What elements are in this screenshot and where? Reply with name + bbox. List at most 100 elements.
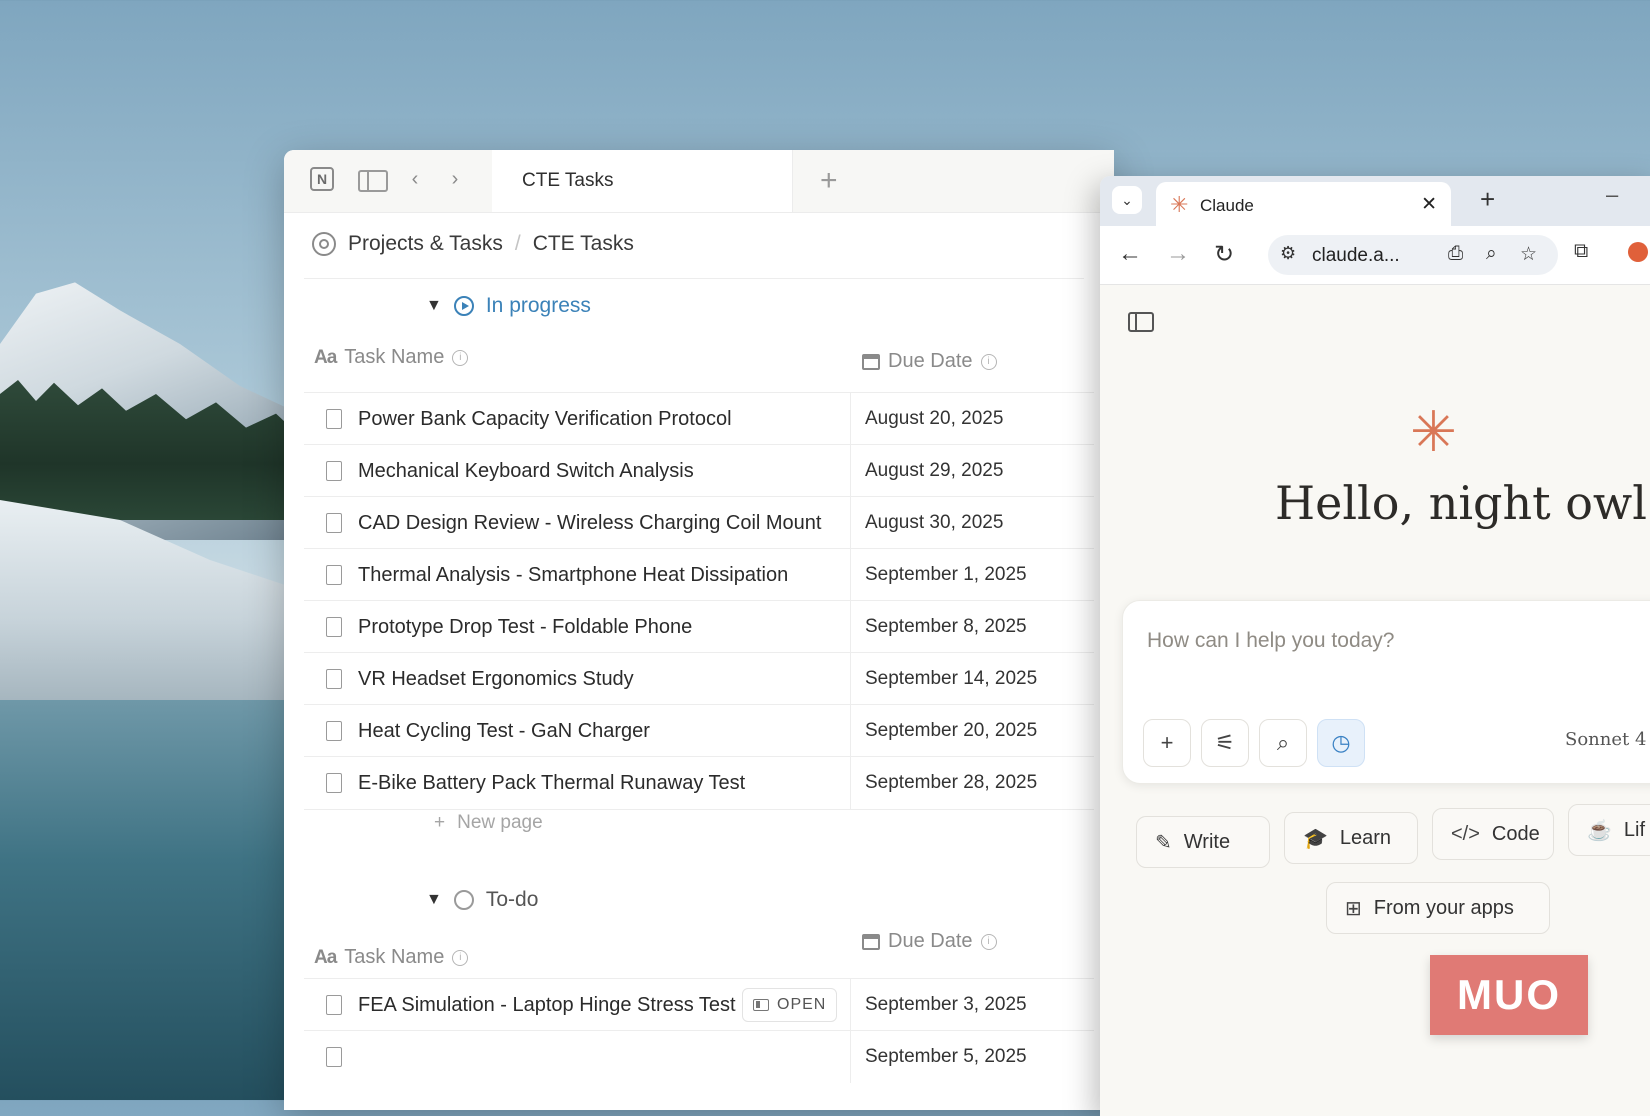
calendar-icon [862, 933, 880, 950]
in-progress-status-icon [453, 296, 474, 316]
collapse-triangle-icon[interactable]: ▼ [426, 297, 442, 315]
info-icon[interactable]: i [980, 933, 997, 950]
research-search-button[interactable]: ⌕ [1259, 719, 1307, 767]
new-page-button[interactable]: + New page [434, 812, 543, 834]
code-chip-button[interactable]: </> Code [1432, 808, 1554, 860]
table-row[interactable]: Heat Cycling Test - GaN Charger Septembe… [304, 704, 1094, 757]
task-name[interactable]: Prototype Drop Test - Foldable Phone [358, 616, 863, 639]
task-name[interactable]: E-Bike Battery Pack Thermal Runaway Test [358, 772, 863, 795]
task-due-date[interactable]: September 20, 2025 [850, 705, 1037, 757]
from-your-apps-chip-button[interactable]: ⊞ From your apps [1326, 882, 1550, 934]
graduation-cap-icon: 🎓 [1303, 827, 1328, 850]
table-row[interactable]: Power Bank Capacity Verification Protoco… [304, 392, 1094, 445]
table-row[interactable]: VR Headset Ergonomics Study September 14… [304, 652, 1094, 705]
sidebar-toggle-icon[interactable] [358, 170, 388, 192]
page-document-icon [326, 773, 342, 793]
back-arrow-icon[interactable]: ← [1118, 240, 1142, 268]
tools-sliders-button[interactable]: ⚟ [1201, 719, 1249, 767]
forward-arrow-icon[interactable]: → [1166, 240, 1190, 268]
breadcrumb-projects[interactable]: Projects & Tasks [348, 232, 503, 256]
table-row[interactable]: Thermal Analysis - Smartphone Heat Dissi… [304, 548, 1094, 601]
info-icon[interactable]: i [452, 949, 469, 966]
table-row[interactable]: September 5, 2025 [304, 1030, 1094, 1083]
task-due-date[interactable]: September 5, 2025 [850, 1031, 1027, 1083]
site-settings-icon[interactable]: ⚙ [1280, 243, 1296, 264]
greeting-heading: Hello, night owl [1275, 476, 1647, 530]
forward-arrow-icon[interactable]: › [442, 166, 468, 192]
code-brackets-icon: </> [1451, 822, 1480, 845]
task-name[interactable]: Power Bank Capacity Verification Protoco… [358, 408, 863, 431]
column-due-date[interactable]: Due Date i [862, 930, 997, 953]
extensions-puzzle-icon[interactable]: ⧉ [1574, 240, 1588, 263]
notion-logo-icon[interactable]: N [310, 167, 334, 191]
group-status-label: To-do [485, 888, 539, 911]
task-due-date[interactable]: August 20, 2025 [850, 393, 1003, 445]
table-row[interactable]: Prototype Drop Test - Foldable Phone Sep… [304, 600, 1094, 653]
minimize-icon[interactable]: – [1606, 182, 1618, 208]
column-label: Task Name [344, 946, 445, 968]
address-bar[interactable]: ⚙ claude.a... ⎙ ⌕ ☆ [1268, 235, 1558, 275]
page-document-icon [326, 1047, 342, 1067]
tab-claude[interactable]: ✳ Claude ✕ [1156, 182, 1451, 226]
column-due-date[interactable]: Due Date i [862, 350, 997, 373]
profile-avatar[interactable] [1628, 242, 1648, 262]
column-task-name[interactable]: Aa Task Name i [314, 946, 469, 969]
task-due-date[interactable]: August 30, 2025 [850, 497, 1003, 549]
side-peek-icon [753, 999, 769, 1011]
open-label: OPEN [777, 996, 827, 1013]
collapse-triangle-icon[interactable]: ▼ [426, 891, 442, 909]
task-due-date[interactable]: September 8, 2025 [850, 601, 1027, 653]
new-tab-plus-icon[interactable]: + [1480, 184, 1495, 215]
breadcrumb-separator: / [514, 232, 521, 255]
chip-label: Write [1183, 830, 1231, 853]
notion-window: N ‹ › CTE Tasks + Projects & Tasks / CTE… [284, 150, 1114, 1110]
breadcrumb-cte-tasks[interactable]: CTE Tasks [533, 232, 634, 256]
open-page-button[interactable]: OPEN [742, 988, 838, 1022]
add-attachment-button[interactable]: + [1143, 719, 1191, 767]
column-task-name[interactable]: Aa Task Name i [314, 346, 469, 369]
reload-icon[interactable]: ↻ [1214, 240, 1234, 269]
text-property-icon: Aa [314, 946, 337, 968]
model-selector[interactable]: Sonnet 4 [1565, 729, 1646, 750]
task-name[interactable]: Thermal Analysis - Smartphone Heat Dissi… [358, 564, 863, 587]
close-tab-icon[interactable]: ✕ [1421, 193, 1437, 216]
task-due-date[interactable]: September 14, 2025 [850, 653, 1037, 705]
prompt-input-box[interactable]: How can I help you today? + ⚟ ⌕ ◷ Sonnet… [1122, 600, 1650, 784]
history-clock-button[interactable]: ◷ [1317, 719, 1365, 767]
task-name[interactable]: Heat Cycling Test - GaN Charger [358, 720, 863, 743]
write-chip-button[interactable]: ✎ Write [1136, 816, 1270, 868]
task-name[interactable]: CAD Design Review - Wireless Charging Co… [358, 512, 863, 535]
learn-chip-button[interactable]: 🎓 Learn [1284, 812, 1418, 864]
projects-target-icon [312, 232, 336, 256]
new-tab-plus-icon[interactable]: + [820, 164, 838, 198]
task-name[interactable]: VR Headset Ergonomics Study [358, 668, 863, 691]
info-icon[interactable]: i [452, 349, 469, 366]
tab-cte-tasks[interactable]: CTE Tasks [492, 150, 793, 212]
info-icon[interactable]: i [980, 353, 997, 370]
table-row[interactable]: CAD Design Review - Wireless Charging Co… [304, 496, 1094, 549]
bookmark-star-icon[interactable]: ☆ [1520, 243, 1537, 266]
prompt-placeholder[interactable]: How can I help you today? [1147, 629, 1395, 653]
task-due-date[interactable]: September 28, 2025 [850, 757, 1037, 809]
task-due-date[interactable]: August 29, 2025 [850, 445, 1003, 497]
back-arrow-icon[interactable]: ‹ [402, 166, 428, 192]
table-row[interactable]: Mechanical Keyboard Switch Analysis Augu… [304, 444, 1094, 497]
task-due-date[interactable]: September 3, 2025 [850, 979, 1027, 1031]
group-in-progress[interactable]: ▼ In progress [426, 294, 591, 318]
page-document-icon [326, 513, 342, 533]
task-due-date[interactable]: September 1, 2025 [850, 549, 1027, 601]
table-row[interactable]: E-Bike Battery Pack Thermal Runaway Test… [304, 756, 1094, 810]
table-row[interactable]: FEA Simulation - Laptop Hinge Stress Tes… [304, 978, 1094, 1031]
to-do-status-icon [453, 890, 474, 910]
page-document-icon [326, 409, 342, 429]
pencil-icon: ✎ [1155, 831, 1172, 854]
zoom-icon[interactable]: ⌕ [1486, 243, 1497, 265]
claude-sidebar-toggle-icon[interactable] [1128, 312, 1154, 332]
group-to-do[interactable]: ▼ To-do [426, 888, 538, 912]
life-stuff-chip-button[interactable]: ☕ Lif [1568, 804, 1650, 856]
task-name[interactable]: Mechanical Keyboard Switch Analysis [358, 460, 863, 483]
url-text[interactable]: claude.a... [1312, 245, 1400, 267]
column-label: Due Date [888, 930, 973, 952]
install-app-icon[interactable]: ⎙ [1448, 243, 1463, 265]
tab-search-chevron-icon[interactable]: ⌄ [1112, 186, 1142, 214]
